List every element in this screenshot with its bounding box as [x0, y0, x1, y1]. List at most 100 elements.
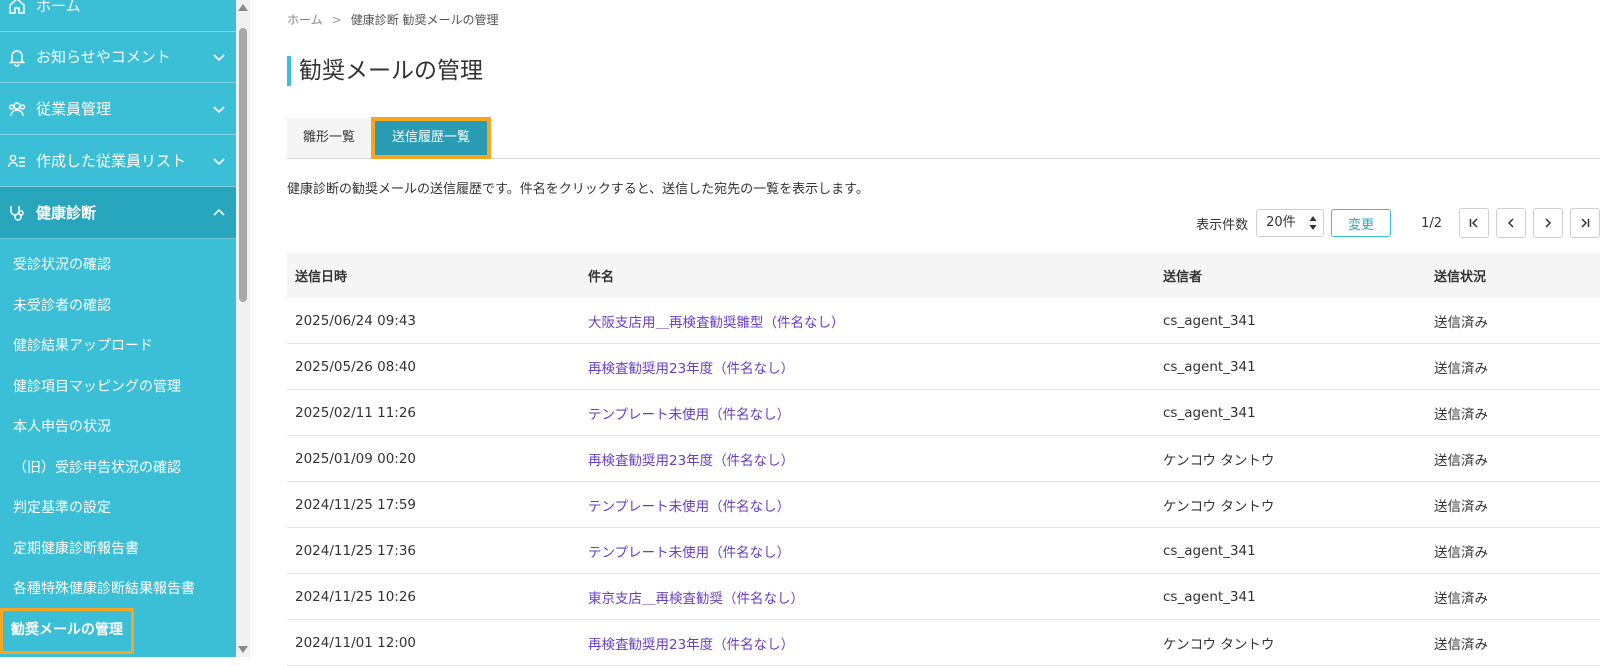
chevron-left-icon	[1507, 218, 1514, 228]
sidebar-item-notifications[interactable]: お知らせやコメント	[0, 31, 236, 83]
cell-status: 送信済み	[1426, 573, 1600, 620]
cell-sent-at: 2024/11/01 12:00	[287, 619, 580, 666]
sidebar-item-label: 従業員管理	[36, 100, 112, 118]
cell-sender: cs_agent_341	[1155, 527, 1426, 574]
page-size-select[interactable]: 20件	[1256, 209, 1325, 237]
sidebar-subitem-periodic-report[interactable]: 定期健康診断報告書	[0, 529, 236, 570]
cell-sent-at: 2025/06/24 09:43	[287, 298, 580, 344]
table-row: 2024/11/25 17:59 テンプレート未使用（件名なし） ケンコウ タン…	[287, 481, 1600, 528]
cell-sent-at: 2024/11/25 10:26	[287, 573, 580, 620]
user-list-icon	[6, 150, 28, 172]
table-row: 2025/05/26 08:40 再検査勧奨用23年度（件名なし） cs_age…	[287, 343, 1600, 390]
sidebar-subitem-exam-status[interactable]: 受診状況の確認	[0, 245, 236, 286]
cell-subject-link[interactable]: 大阪支店用＿再検査勧奨雛型（件名なし）	[580, 298, 1155, 344]
cell-subject-link[interactable]: 東京支店＿再検査勧奨（件名なし）	[580, 573, 1155, 620]
breadcrumb: ホーム > 健康診断 勧奨メールの管理	[287, 11, 499, 28]
page-size-value: 20件	[1266, 215, 1296, 230]
chevron-down-icon	[210, 100, 228, 118]
chevron-right-icon	[1545, 218, 1552, 228]
cell-sender: cs_agent_341	[1155, 389, 1426, 436]
sidebar-item-label: お知らせやコメント	[36, 48, 171, 66]
column-header-subject: 件名	[580, 253, 1155, 298]
table-header-row: 送信日時 件名 送信者 送信状況	[287, 253, 1600, 298]
sidebar-item-label: 作成した従業員リスト	[36, 152, 187, 170]
tab-bar: 雛形一覧 送信履歴一覧	[287, 117, 1600, 159]
cell-sent-at: 2024/11/25 17:59	[287, 481, 580, 528]
cell-sent-at: 2024/11/25 17:36	[287, 527, 580, 574]
sidebar-scrollbar[interactable]	[236, 0, 250, 657]
sidebar-subitem-item-mapping[interactable]: 健診項目マッピングの管理	[0, 367, 236, 408]
health-checkup-submenu: 受診状況の確認 未受診者の確認 健診結果アップロード 健診項目マッピングの管理 …	[0, 239, 236, 654]
cell-sender: ケンコウ タントウ	[1155, 435, 1426, 482]
cell-status: 送信済み	[1426, 527, 1600, 574]
last-page-icon	[1581, 218, 1590, 228]
sidebar-item-home[interactable]: ホーム	[0, 0, 236, 32]
page-indicator: 1/2	[1421, 215, 1442, 231]
bell-icon	[6, 46, 28, 68]
cell-sent-at: 2025/02/11 11:26	[287, 389, 580, 436]
cell-subject-link[interactable]: テンプレート未使用（件名なし）	[580, 389, 1155, 436]
cell-sender: cs_agent_341	[1155, 343, 1426, 390]
send-history-table: 送信日時 件名 送信者 送信状況 2025/06/24 09:43 大阪支店用＿…	[287, 253, 1600, 666]
sidebar-subitem-legacy-report[interactable]: （旧）受診申告状況の確認	[0, 448, 236, 489]
next-page-button[interactable]	[1533, 208, 1563, 238]
main-content: ホーム > 健康診断 勧奨メールの管理 勧奨メールの管理 雛形一覧 送信履歴一覧 健…	[287, 0, 1600, 666]
first-page-button[interactable]	[1459, 208, 1489, 238]
table-row: 2024/11/01 12:00 再検査勧奨用23年度（件名なし） ケンコウ タ…	[287, 619, 1600, 666]
users-icon	[6, 98, 28, 120]
prev-page-button[interactable]	[1496, 208, 1526, 238]
cell-subject-link[interactable]: テンプレート未使用（件名なし）	[580, 481, 1155, 528]
cell-subject-link[interactable]: 再検査勧奨用23年度（件名なし）	[580, 435, 1155, 482]
change-button[interactable]: 変更	[1331, 209, 1392, 237]
scrollbar-thumb[interactable]	[239, 28, 247, 302]
scroll-up-icon[interactable]	[238, 4, 248, 11]
cell-status: 送信済み	[1426, 481, 1600, 528]
cell-status: 送信済み	[1426, 343, 1600, 390]
sidebar-item-health-checkup[interactable]: 健康診断	[0, 187, 236, 239]
breadcrumb-home-link[interactable]: ホーム	[287, 13, 323, 27]
last-page-button[interactable]	[1570, 208, 1600, 238]
table-row: 2025/01/09 00:20 再検査勧奨用23年度（件名なし） ケンコウ タ…	[287, 435, 1600, 482]
column-header-sent-at: 送信日時	[287, 253, 580, 298]
cell-subject-link[interactable]: 再検査勧奨用23年度（件名なし）	[580, 619, 1155, 666]
chevron-up-icon	[210, 204, 228, 222]
cell-sender: cs_agent_341	[1155, 573, 1426, 620]
sidebar-subitem-reminder-mail[interactable]: 勧奨メールの管理	[0, 607, 236, 654]
breadcrumb-separator: >	[331, 13, 342, 27]
chevron-down-icon	[210, 48, 228, 66]
page-description: 健康診断の勧奨メールの送信履歴です。件名をクリックすると、送信した宛先の一覧を表…	[287, 182, 869, 197]
sidebar: ホーム お知らせやコメント 従業員管理 作成した従業員リスト 健康診断 受診状況…	[0, 0, 236, 657]
tab-send-history[interactable]: 送信履歴一覧	[371, 117, 491, 159]
sidebar-menu: お知らせやコメント 従業員管理 作成した従業員リスト 健康診断 受診状況の確認 …	[0, 31, 236, 654]
sidebar-item-employee-lists[interactable]: 作成した従業員リスト	[0, 135, 236, 187]
sidebar-item-label: ホーム	[36, 0, 81, 15]
cell-status: 送信済み	[1426, 435, 1600, 482]
sidebar-subitem-results-upload[interactable]: 健診結果アップロード	[0, 326, 236, 367]
cell-status: 送信済み	[1426, 619, 1600, 666]
sidebar-subitem-unexamined[interactable]: 未受診者の確認	[0, 286, 236, 327]
column-header-status: 送信状況	[1426, 253, 1600, 298]
cell-sent-at: 2025/01/09 00:20	[287, 435, 580, 482]
sidebar-item-employees[interactable]: 従業員管理	[0, 83, 236, 135]
tab-templates[interactable]: 雛形一覧	[287, 118, 371, 158]
breadcrumb-current: 健康診断 勧奨メールの管理	[350, 13, 499, 27]
cell-sender: cs_agent_341	[1155, 298, 1426, 344]
table-controls: 表示件数 20件 変更 1/2	[1196, 208, 1600, 238]
cell-sent-at: 2025/05/26 08:40	[287, 343, 580, 390]
cell-sender: ケンコウ タントウ	[1155, 481, 1426, 528]
cell-subject-link[interactable]: テンプレート未使用（件名なし）	[580, 527, 1155, 574]
cell-sender: ケンコウ タントウ	[1155, 619, 1426, 666]
home-icon	[6, 0, 28, 17]
sidebar-subitem-criteria[interactable]: 判定基準の設定	[0, 488, 236, 529]
cell-subject-link[interactable]: 再検査勧奨用23年度（件名なし）	[580, 343, 1155, 390]
sidebar-subitem-self-report[interactable]: 本人申告の状況	[0, 407, 236, 448]
table-row: 2024/11/25 17:36 テンプレート未使用（件名なし） cs_agen…	[287, 527, 1600, 574]
table-row: 2024/11/25 10:26 東京支店＿再検査勧奨（件名なし） cs_age…	[287, 573, 1600, 620]
sidebar-subitem-special-report[interactable]: 各種特殊健康診断結果報告書	[0, 569, 236, 610]
page-size-label: 表示件数	[1196, 217, 1249, 233]
updown-arrows-icon	[1309, 216, 1317, 230]
scroll-down-icon[interactable]	[238, 646, 248, 653]
sidebar-item-label: 健康診断	[36, 204, 97, 222]
stethoscope-icon	[6, 202, 28, 224]
table-row: 2025/02/11 11:26 テンプレート未使用（件名なし） cs_agen…	[287, 389, 1600, 436]
